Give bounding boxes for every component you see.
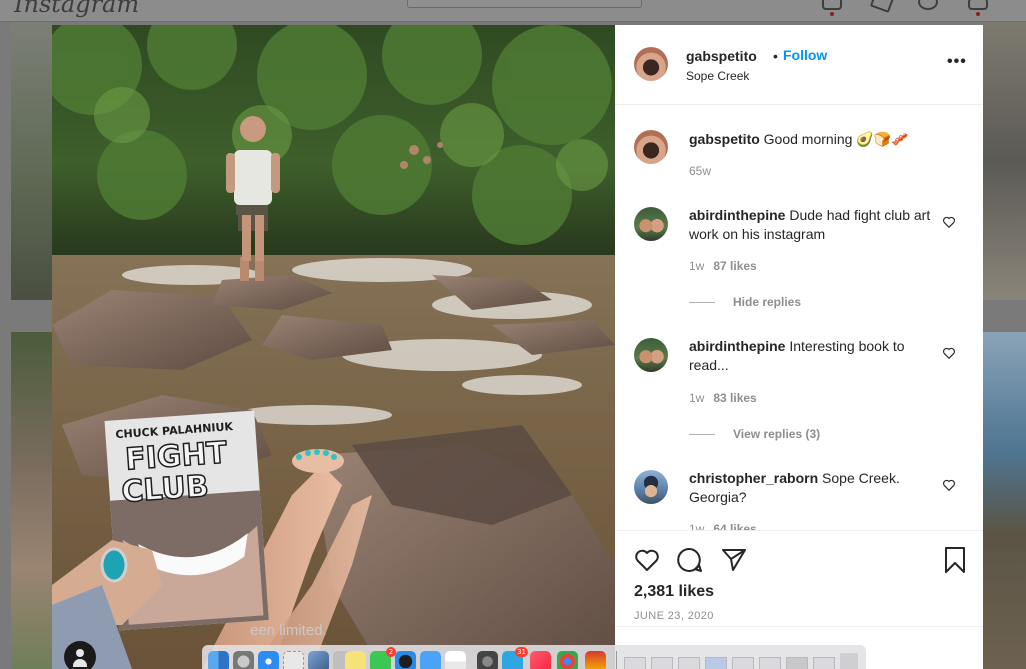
comments-list[interactable]: gabspetito Good morning 🥑🍞🥓 65w abirdint…: [615, 105, 983, 530]
heart-icon[interactable]: [942, 346, 956, 360]
reply-divider: [689, 302, 715, 303]
background-grid-tile: [11, 332, 53, 669]
post-location[interactable]: Sope Creek: [686, 69, 749, 83]
music-icon[interactable]: [530, 651, 551, 669]
comment-likes[interactable]: 87 likes: [713, 259, 756, 273]
background-nav-icon: [822, 0, 842, 10]
comment-time[interactable]: 1w: [689, 259, 704, 273]
like-count[interactable]: 2,381 likes: [634, 583, 714, 601]
post-details-panel: gabspetito • Follow Sope Creek ••• gabsp…: [615, 25, 983, 669]
finder-icon[interactable]: [208, 651, 229, 669]
list-item: christopher_raborn Sope Creek. Georgia?: [689, 469, 934, 507]
calendar-icon[interactable]: [445, 651, 466, 669]
view-replies-button[interactable]: View replies (3): [733, 427, 820, 441]
background-explore-icon: [869, 0, 895, 13]
comment-bubble-icon[interactable]: [676, 546, 704, 574]
reply-divider: [689, 434, 715, 435]
minimized-window[interactable]: [732, 657, 754, 669]
telegram-badge: 31: [515, 647, 528, 657]
profile-avatar-icon[interactable]: [64, 641, 96, 669]
comment-time[interactable]: 1w: [689, 522, 704, 530]
post-header: gabspetito • Follow Sope Creek •••: [615, 25, 983, 105]
minimized-window[interactable]: [678, 657, 700, 669]
background-top-nav: Instagram: [0, 0, 1026, 22]
post-actions-bar: 2,381 likes JUNE 23, 2020: [615, 530, 983, 625]
minimized-window[interactable]: [786, 657, 808, 669]
minimized-window[interactable]: [651, 657, 673, 669]
list-item: abirdinthepine Dude had fight club art w…: [689, 206, 934, 244]
svg-text:CLUB: CLUB: [120, 469, 210, 510]
notes-icon[interactable]: [345, 651, 366, 669]
caption-time-link[interactable]: 65w: [689, 164, 711, 178]
heart-icon[interactable]: [633, 546, 661, 574]
bookmark-icon[interactable]: [941, 546, 969, 574]
trash-icon[interactable]: [840, 653, 858, 669]
separator-bullet: •: [773, 48, 778, 64]
minimized-window[interactable]: [813, 657, 835, 669]
comment-username[interactable]: abirdinthepine: [689, 207, 785, 223]
minimized-window[interactable]: [705, 657, 727, 669]
minimized-window[interactable]: [759, 657, 781, 669]
photos-icon[interactable]: [308, 651, 329, 669]
list-item: abirdinthepine Interesting book to read.…: [689, 337, 934, 375]
paper-plane-icon[interactable]: [720, 546, 748, 574]
chrome-icon[interactable]: [557, 651, 578, 669]
caption-timestamp: 65w: [689, 164, 711, 178]
comment-likes[interactable]: 64 likes: [713, 522, 756, 530]
comment-likes[interactable]: 83 likes: [713, 391, 756, 405]
background-grid-tile: [983, 22, 1026, 300]
facetime-icon[interactable]: 2: [370, 647, 396, 669]
photo-scene: CHUCK PALAHNIUK FIGHT CLUB: [52, 25, 615, 669]
follow-button[interactable]: Follow: [783, 47, 827, 63]
post-photo[interactable]: CHUCK PALAHNIUK FIGHT CLUB ›: [52, 25, 615, 669]
background-grid-tile: [11, 22, 53, 300]
instagram-logo: Instagram: [14, 0, 140, 18]
caption-text: Good morning 🥑🍞🥓: [763, 131, 909, 147]
heart-icon[interactable]: [942, 478, 956, 492]
post-date[interactable]: JUNE 23, 2020: [634, 610, 714, 622]
notification-dot: [830, 12, 834, 16]
heart-icon[interactable]: [942, 215, 956, 229]
background-grid-tile: [983, 332, 1026, 669]
avatar[interactable]: [634, 207, 668, 241]
background-profile-icon: [918, 0, 938, 10]
system-preferences-icon[interactable]: [477, 651, 498, 669]
more-options-button[interactable]: •••: [947, 53, 967, 71]
messages-icon[interactable]: [420, 651, 441, 669]
comment-meta: 1w 87 likes: [689, 259, 757, 273]
telegram-icon[interactable]: 31: [502, 647, 528, 669]
minimized-window[interactable]: [624, 657, 646, 669]
background-search-box: [407, 0, 642, 8]
app-icon[interactable]: [585, 651, 606, 669]
post-author-username[interactable]: gabspetito: [686, 48, 757, 64]
launchpad-icon[interactable]: [233, 651, 254, 669]
caption-username[interactable]: gabspetito: [689, 131, 760, 147]
comment-username[interactable]: abirdinthepine: [689, 338, 785, 354]
avatar[interactable]: [634, 47, 668, 81]
avatar[interactable]: [634, 470, 668, 504]
comment-meta: 1w 83 likes: [689, 391, 757, 405]
comment-time[interactable]: 1w: [689, 391, 704, 405]
comments-limited-notice: een limited.: [250, 622, 327, 639]
notification-dot: [976, 12, 980, 16]
avatar[interactable]: [634, 338, 668, 372]
dock-separator: [616, 651, 617, 669]
safari-icon[interactable]: [258, 651, 279, 669]
background-heart-icon: [968, 0, 988, 10]
caption: gabspetito Good morning 🥑🍞🥓: [689, 130, 934, 149]
macos-dock: 2 31: [202, 645, 866, 669]
hide-replies-button[interactable]: Hide replies: [733, 295, 801, 309]
comment-meta: 1w 64 likes: [689, 522, 757, 530]
avatar[interactable]: [634, 130, 668, 164]
comment-username[interactable]: christopher_raborn: [689, 470, 818, 486]
quicktime-icon[interactable]: [395, 651, 416, 669]
empty-slot-icon[interactable]: [283, 651, 304, 669]
